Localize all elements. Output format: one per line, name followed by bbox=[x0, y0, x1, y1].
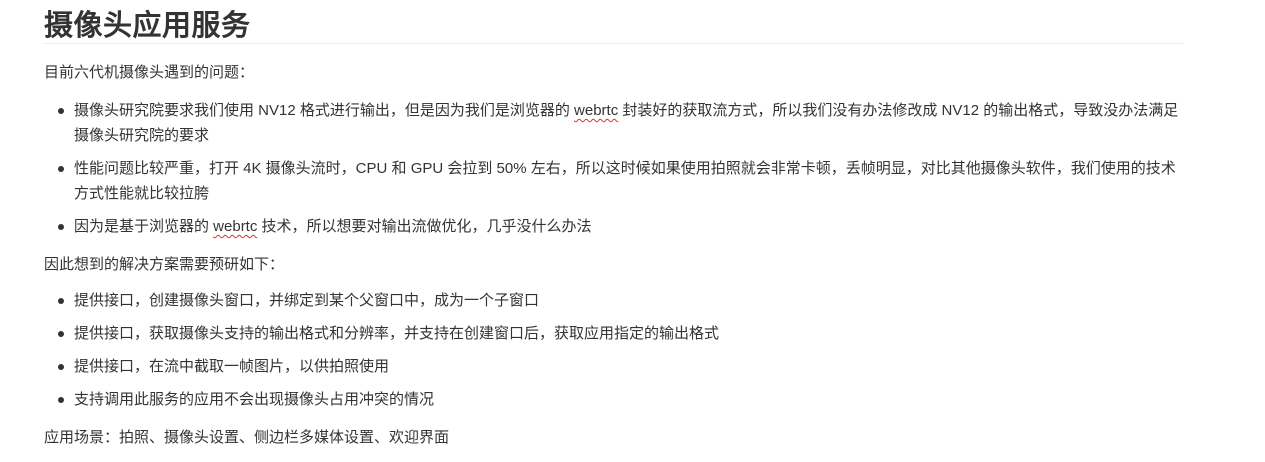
bullet-icon bbox=[58, 397, 64, 403]
bullet-icon bbox=[58, 224, 64, 230]
problem-list: 摄像头研究院要求我们使用 NV12 格式进行输出，但是因为我们是浏览器的 web… bbox=[44, 98, 1184, 239]
scenarios-paragraph: 应用场景：拍照、摄像头设置、侧边栏多媒体设置、欢迎界面 bbox=[44, 429, 450, 446]
intro-paragraph: 目前六代机摄像头遇到的问题： bbox=[44, 64, 255, 81]
solution-intro-paragraph: 因此想到的解决方案需要预研如下： bbox=[44, 256, 285, 273]
list-item-text: 提供接口，创建摄像头窗口，并绑定到某个父窗口中，成为一个子窗口 bbox=[74, 292, 540, 309]
list-item: 提供接口，获取摄像头支持的输出格式和分辨率，并支持在创建窗口后，获取应用指定的输… bbox=[44, 321, 1184, 346]
title-divider bbox=[44, 43, 1184, 44]
spellcheck-flagged-word: webrtc bbox=[213, 218, 258, 235]
list-item-text: 支持调用此服务的应用不会出现摄像头占用冲突的情况 bbox=[74, 391, 435, 408]
page-title: 摄像头应用服务 bbox=[44, 10, 251, 42]
list-item: 性能问题比较严重，打开 4K 摄像头流时，CPU 和 GPU 会拉到 50% 左… bbox=[44, 156, 1184, 206]
bullet-icon bbox=[58, 298, 64, 304]
bullet-icon bbox=[58, 108, 64, 114]
list-item: 因为是基于浏览器的 webrtc 技术，所以想要对输出流做优化，几乎没什么办法 bbox=[44, 214, 1184, 239]
list-item-text: 技术，所以想要对输出流做优化，几乎没什么办法 bbox=[257, 218, 592, 235]
list-item: 摄像头研究院要求我们使用 NV12 格式进行输出，但是因为我们是浏览器的 web… bbox=[44, 98, 1184, 148]
list-item: 提供接口，创建摄像头窗口，并绑定到某个父窗口中，成为一个子窗口 bbox=[44, 288, 1184, 313]
list-item-text: 性能问题比较严重，打开 4K 摄像头流时，CPU 和 GPU 会拉到 50% 左… bbox=[74, 160, 1176, 202]
document: 摄像头应用服务 目前六代机摄像头遇到的问题： 摄像头研究院要求我们使用 NV12… bbox=[0, 0, 1265, 462]
list-item-text: 提供接口，获取摄像头支持的输出格式和分辨率，并支持在创建窗口后，获取应用指定的输… bbox=[74, 325, 720, 342]
solution-list: 提供接口，创建摄像头窗口，并绑定到某个父窗口中，成为一个子窗口 提供接口，获取摄… bbox=[44, 288, 1184, 412]
bullet-icon bbox=[58, 364, 64, 370]
list-item-text: 因为是基于浏览器的 bbox=[74, 218, 214, 235]
bullet-icon bbox=[58, 331, 64, 337]
list-item: 支持调用此服务的应用不会出现摄像头占用冲突的情况 bbox=[44, 387, 1184, 412]
list-item-text: 摄像头研究院要求我们使用 NV12 格式进行输出，但是因为我们是浏览器的 bbox=[74, 102, 575, 119]
bullet-icon bbox=[58, 166, 64, 172]
spellcheck-flagged-word: webrtc bbox=[574, 102, 619, 119]
list-item: 提供接口，在流中截取一帧图片，以供拍照使用 bbox=[44, 354, 1184, 379]
list-item-text: 提供接口，在流中截取一帧图片，以供拍照使用 bbox=[74, 358, 390, 375]
